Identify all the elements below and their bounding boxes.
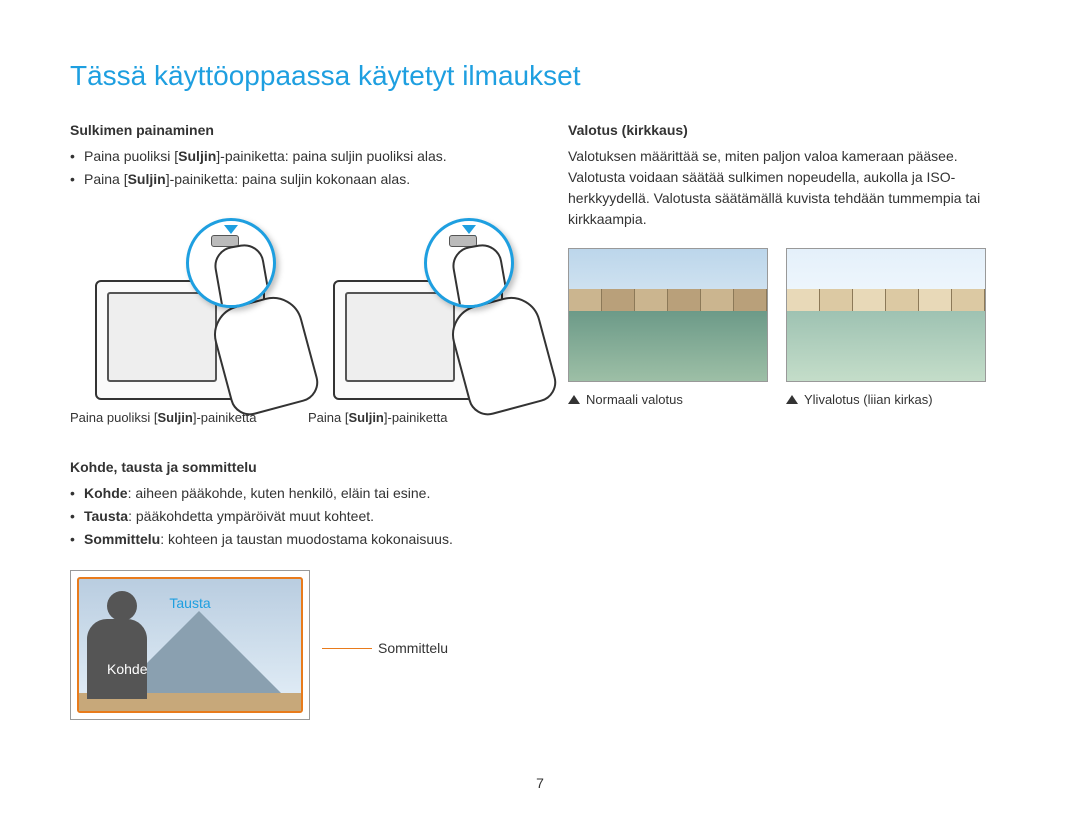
bullet-tausta: Tausta: pääkohdetta ympäröivät muut koht… [70, 506, 528, 527]
caption-over: Ylivalotus (liian kirkas) [786, 392, 986, 407]
composition-figure: Tausta Kohde [70, 570, 310, 720]
page-title: Tässä käyttöoppaassa käytetyt ilmaukset [70, 60, 1010, 92]
triangle-up-icon [786, 395, 798, 404]
bullet-sommittelu: Sommittelu: kohteen ja taustan muodostam… [70, 529, 528, 550]
exposure-paragraph: Valotuksen määrittää se, miten paljon va… [568, 146, 1010, 230]
callout-line [322, 648, 372, 649]
exposure-captions: Normaali valotus Ylivalotus (liian kirka… [568, 392, 1010, 407]
caption-normal: Normaali valotus [568, 392, 768, 407]
composition-figure-wrap: Tausta Kohde Sommittelu [70, 570, 528, 720]
right-column: Valotus (kirkkaus) Valotuksen määrittää … [568, 122, 1010, 720]
shutter-figures [70, 210, 528, 400]
zoom-circle-half [186, 218, 276, 308]
composition-heading: Kohde, tausta ja sommittelu [70, 459, 528, 475]
composition-bullets: Kohde: aiheen pääkohde, kuten henkilö, e… [70, 483, 528, 550]
camera-half-press-figure [70, 210, 290, 400]
exposure-photos [568, 248, 1010, 382]
bullet-kohde: Kohde: aiheen pääkohde, kuten henkilö, e… [70, 483, 528, 504]
shutter-bullets: Paina puoliksi [Suljin]-painiketta: pain… [70, 146, 528, 190]
label-tausta: Tausta [169, 595, 210, 611]
bullet-half-press: Paina puoliksi [Suljin]-painiketta: pain… [70, 146, 528, 167]
triangle-up-icon [568, 395, 580, 404]
photo-overexposure [786, 248, 986, 382]
person-silhouette [87, 591, 157, 701]
shutter-heading: Sulkimen painaminen [70, 122, 528, 138]
page-number: 7 [536, 775, 544, 791]
arrow-down-double-icon [462, 225, 476, 234]
arrow-down-icon [224, 225, 238, 234]
label-sommittelu-callout: Sommittelu [322, 640, 448, 656]
camera-full-press-figure [308, 210, 528, 400]
shutter-captions: Paina puoliksi [Suljin]-painiketta Paina… [70, 410, 528, 425]
label-sommittelu: Sommittelu [378, 640, 448, 656]
zoom-circle-full [424, 218, 514, 308]
left-column: Sulkimen painaminen Paina puoliksi [Sulj… [70, 122, 528, 720]
label-kohde: Kohde [107, 661, 147, 677]
exposure-heading: Valotus (kirkkaus) [568, 122, 1010, 138]
photo-normal-exposure [568, 248, 768, 382]
bullet-full-press: Paina [Suljin]-painiketta: paina suljin … [70, 169, 528, 190]
